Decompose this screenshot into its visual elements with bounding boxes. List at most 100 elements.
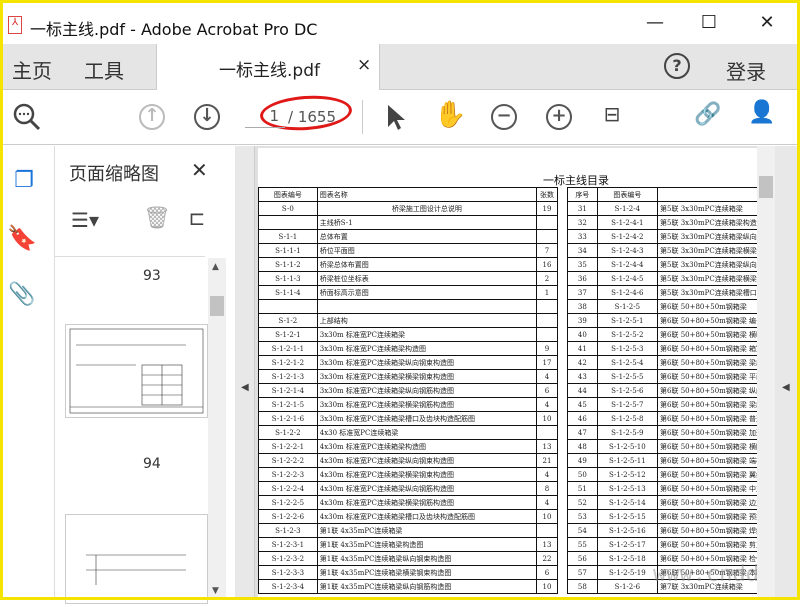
zoom-out-icon[interactable]: − [491,104,517,130]
table-row: 39 S-1-2-5-1 第6联 50+80+50m钢箱梁 编号 [567,313,767,328]
tab-document[interactable]: 一标主线.pdf × [156,44,380,90]
table-cell: 43 [567,369,598,384]
table-row: S-1-1-1 桥位平面图 7 [258,243,558,258]
table-cell: S-1-1-3 [258,271,318,286]
table-cell: 第6联 50+80+50m钢箱梁 横断 [657,327,767,342]
table-cell: 4x30m 标准宽PC连续箱梁横梁钢束构造图 [316,467,538,482]
table-row: S-1-2-3 第1联 4x35mPC连续箱梁 [258,523,558,538]
table-cell: S-1-2-2-5 [258,495,318,510]
table-cell: S-1-2-3-2 [258,551,318,566]
table-row: 37 S-1-2-4-6 第5联 3x30mPC连续箱梁槽口 [567,285,767,300]
table-cell: 第6联 50+80+50m钢箱梁 纵向 [657,383,767,398]
table-cell: 第5联 3x30mPC连续箱梁槽口 [657,285,767,300]
table-row: S-1-1 总体布置 [258,229,558,244]
total-pages: / 1655 [288,108,336,126]
scrollbar-thumb[interactable] [759,176,773,198]
table-cell: S-1-2-5 [596,299,659,314]
table-row: S-1-2-1-3 3x30m 标准宽PC连续箱梁横梁钢束构造图 4 [258,369,558,384]
table-cell: 桥梁总体布置图 [316,257,538,272]
maximize-button[interactable]: ☐ [694,12,724,33]
close-window-button[interactable]: ✕ [752,12,782,33]
attachment-icon[interactable]: 📎 [6,282,38,307]
tab-tools[interactable]: 工具 [84,55,124,84]
table-cell: 第6联 50+80+50m钢箱梁 加劲 [657,425,767,440]
table-cell: 38 [567,299,598,314]
table-row: 53 S-1-2-5-15 第6联 50+80+50m钢箱梁 预拱 [567,509,767,524]
table-row: S-1-2 上部结构 [258,313,558,328]
zoom-in-icon[interactable]: + [546,104,572,130]
table-cell: 50 [567,467,598,482]
table-cell: 第5联 3x30mPC连续箱梁 [657,201,767,216]
column-header: 图表编号 [258,187,318,202]
close-tab-icon[interactable]: × [357,55,371,75]
divider [362,100,363,134]
table-cell: 35 [567,257,598,272]
table-cell: S-1-2-4-6 [596,285,659,300]
table-cell: 48 [567,439,598,454]
thumbnail-page-95[interactable] [65,514,208,604]
table-cell: 41 [567,341,598,356]
page-display-icon[interactable]: ⊟ [596,102,628,126]
page-thumbnails-icon[interactable]: ❐ [8,168,40,193]
table-cell: S-1-1 [258,229,318,244]
table-cell: S-1-2-6 [596,579,659,594]
table-cell: 3x30m 标准宽PC连续箱梁纵向钢束构造图 [316,355,538,370]
table-row: S-1-2-3-1 第1联 4x35mPC连续箱梁构造图 13 [258,537,558,552]
help-icon[interactable]: ? [664,53,690,79]
table-cell: 46 [567,411,598,426]
table-cell [536,229,558,244]
table-cell: S-1-1-4 [258,285,318,300]
table-cell: 第1联 4x35mPC连续箱梁横梁钢束构造图 [316,565,538,580]
select-arrow-icon[interactable] [386,103,406,131]
zoom-search-icon[interactable] [12,102,42,132]
table-cell: S-1-2-5-2 [596,327,659,342]
table-cell: S-1-2-5-1 [596,313,659,328]
bookmark-icon[interactable]: 🔖 [6,224,38,252]
collapse-panel-button[interactable]: ◀ [235,146,255,600]
scroll-up-icon[interactable]: ▲ [212,262,219,272]
table-row: 33 S-1-2-4-2 第5联 3x30mPC连续箱梁纵向 [567,229,767,244]
table-cell: S-1-2-1-2 [258,355,318,370]
thumbnail-page-94[interactable] [65,324,208,418]
table-cell: 21 [536,453,558,468]
scrollbar-thumb[interactable] [210,296,224,316]
hand-tool-icon[interactable]: ✋ [434,100,466,130]
extract-pages-icon[interactable]: ⊏ [181,206,213,230]
table-row: S-0 桥梁施工图设计总说明 19 [258,201,558,216]
page-number-input[interactable]: 1 [245,104,285,128]
table-cell: S-1-2-5-5 [596,369,659,384]
table-row: 47 S-1-2-5-9 第6联 50+80+50m钢箱梁 加劲 [567,425,767,440]
next-page-icon[interactable]: ↓ [194,104,220,130]
document-scrollbar[interactable] [757,146,775,600]
add-user-icon[interactable]: 👤 [746,100,778,125]
table-row: 52 S-1-2-5-14 第6联 50+80+50m钢箱梁 边支 [567,495,767,510]
table-cell: 31 [567,201,598,216]
minimize-button[interactable]: — [640,12,670,33]
thumbnail-scrollbar[interactable]: ▲ ▼ [208,258,226,600]
delete-page-icon[interactable]: 🗑 [141,206,173,231]
table-row: 55 S-1-2-5-17 第6联 50+80+50m钢箱梁 剪力 [567,537,767,552]
previous-page-icon[interactable]: ↑ [139,104,165,130]
table-row: 36 S-1-2-4-5 第5联 3x30mPC连续箱梁横梁 [567,271,767,286]
share-link-icon[interactable]: 🔗 [692,102,724,127]
login-button[interactable]: 登录 [726,56,766,85]
table-cell: 7 [536,243,558,258]
table-row: S-1-2-2-5 4x30m 标准宽PC连续箱梁横梁钢筋构造图 4 [258,495,558,510]
table-row: 44 S-1-2-5-6 第6联 50+80+50m钢箱梁 纵向 [567,383,767,398]
table-cell: 57 [567,565,598,580]
table-cell: 3x30m 标准宽PC连续箱梁横梁钢筋构造图 [316,397,538,412]
options-menu-icon[interactable]: ☰▾ [69,208,101,232]
close-panel-icon[interactable]: ✕ [191,158,208,182]
table-cell: 6 [536,383,558,398]
right-panel-toggle[interactable]: ◀ [775,146,800,600]
table-cell: 53 [567,509,598,524]
table-cell: S-1-2-2-4 [258,481,318,496]
table-cell: 4x30m 标准宽PC连续箱梁纵向钢筋构造图 [316,481,538,496]
table-cell: S-1-2-4-5 [596,271,659,286]
column-header: 图表名称 [316,187,538,202]
table-row: 35 S-1-2-4-4 第5联 3x30mPC连续箱梁纵向 [567,257,767,272]
tab-home[interactable]: 主页 [12,55,52,84]
scroll-down-icon[interactable]: ▼ [212,586,219,596]
table-cell [536,425,558,440]
table-cell: 54 [567,523,598,538]
